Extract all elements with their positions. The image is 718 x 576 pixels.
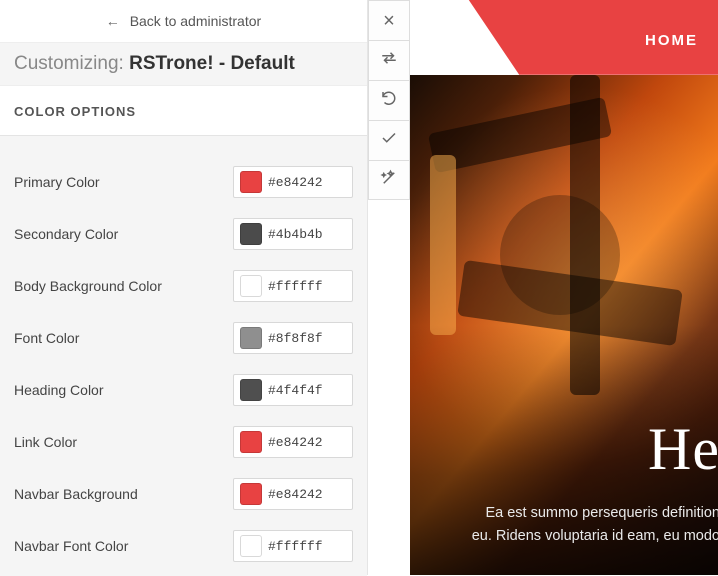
color-hex-value: #8f8f8f <box>268 331 323 346</box>
option-label: Navbar Background <box>14 486 233 502</box>
undo-button[interactable] <box>368 80 410 120</box>
color-input[interactable]: #4f4f4f <box>233 374 353 406</box>
hero-image: He Ea est summo persequeris definition e… <box>410 75 718 575</box>
color-options-list: Primary Color #e84242 Secondary Color #4… <box>0 136 367 576</box>
template-name: RSTrone! - Default <box>129 53 295 74</box>
color-hex-value: #e84242 <box>268 487 323 502</box>
header-angled-shape <box>368 0 718 110</box>
hero-text: He Ea est summo persequeris definition e… <box>410 415 718 547</box>
customizer-panel: ← Back to administrator Customizing: RST… <box>0 0 368 575</box>
option-row: Body Background Color #ffffff <box>14 260 353 312</box>
color-input[interactable]: #e84242 <box>233 426 353 458</box>
color-swatch[interactable] <box>240 171 262 193</box>
hero-sub-line-1: Ea est summo persequeris definition <box>485 505 718 521</box>
option-row: Secondary Color #4b4b4b <box>14 208 353 260</box>
swap-button[interactable] <box>368 40 410 80</box>
color-input[interactable]: #ffffff <box>233 530 353 562</box>
color-hex-value: #e84242 <box>268 435 323 450</box>
color-input[interactable]: #e84242 <box>233 166 353 198</box>
option-row: Primary Color #e84242 <box>14 156 353 208</box>
save-button[interactable] <box>368 120 410 160</box>
back-to-admin-link[interactable]: ← Back to administrator <box>106 0 261 42</box>
option-label: Font Color <box>14 330 233 346</box>
color-hex-value: #ffffff <box>268 279 323 294</box>
hero-sub-line-2: eu. Ridens voluptaria id eam, eu modo <box>472 528 718 544</box>
check-icon <box>380 129 398 152</box>
option-label: Heading Color <box>14 382 233 398</box>
machinery-shape <box>570 75 600 395</box>
magic-wand-button[interactable] <box>368 160 410 200</box>
option-row: Navbar Font Color #ffffff <box>14 520 353 572</box>
color-input[interactable]: #4b4b4b <box>233 218 353 250</box>
hero-gradient-overlay <box>410 75 718 575</box>
option-row: Navbar Background #e84242 <box>14 468 353 520</box>
section-header-color-options: COLOR OPTIONS <box>0 86 367 136</box>
option-row: Link Color #e84242 <box>14 416 353 468</box>
machinery-shape <box>428 97 612 174</box>
color-swatch[interactable] <box>240 535 262 557</box>
color-swatch[interactable] <box>240 379 262 401</box>
undo-icon <box>380 89 398 112</box>
color-input[interactable]: #ffffff <box>233 270 353 302</box>
machinery-shape <box>457 260 683 346</box>
color-swatch[interactable] <box>240 275 262 297</box>
machinery-shape <box>430 155 456 335</box>
customizing-title-bar: Customizing: RSTrone! - Default <box>0 42 367 86</box>
arrow-left-icon: ← <box>106 13 120 29</box>
close-button[interactable]: × <box>368 0 410 40</box>
option-row: Heading Color #4f4f4f <box>14 364 353 416</box>
color-input[interactable]: #e84242 <box>233 478 353 510</box>
option-row: Font Color #8f8f8f <box>14 312 353 364</box>
option-label: Secondary Color <box>14 226 233 242</box>
magic-wand-icon <box>380 169 398 192</box>
close-icon: × <box>383 11 395 31</box>
color-hex-value: #ffffff <box>268 539 323 554</box>
customizing-prefix: Customizing: <box>14 53 129 74</box>
color-input[interactable]: #8f8f8f <box>233 322 353 354</box>
color-hex-value: #4b4b4b <box>268 227 323 242</box>
customizer-toolbar: × <box>368 0 410 200</box>
color-swatch[interactable] <box>240 327 262 349</box>
back-label: Back to administrator <box>130 13 262 29</box>
option-label: Body Background Color <box>14 278 233 294</box>
color-hex-value: #4f4f4f <box>268 383 323 398</box>
color-swatch[interactable] <box>240 483 262 505</box>
color-hex-value: #e84242 <box>268 175 323 190</box>
machinery-shape <box>500 195 620 315</box>
option-label: Navbar Font Color <box>14 538 233 554</box>
option-label: Link Color <box>14 434 233 450</box>
option-label: Primary Color <box>14 174 233 190</box>
hero-title: He <box>410 415 718 484</box>
preview-pane: He Ea est summo persequeris definition e… <box>368 0 718 575</box>
hero-subtitle: Ea est summo persequeris definition eu. … <box>410 502 718 547</box>
swap-horizontal-icon <box>380 49 398 72</box>
color-swatch[interactable] <box>240 431 262 453</box>
color-swatch[interactable] <box>240 223 262 245</box>
back-row: ← Back to administrator <box>0 0 367 42</box>
nav-home-link[interactable]: HOME <box>645 32 698 49</box>
